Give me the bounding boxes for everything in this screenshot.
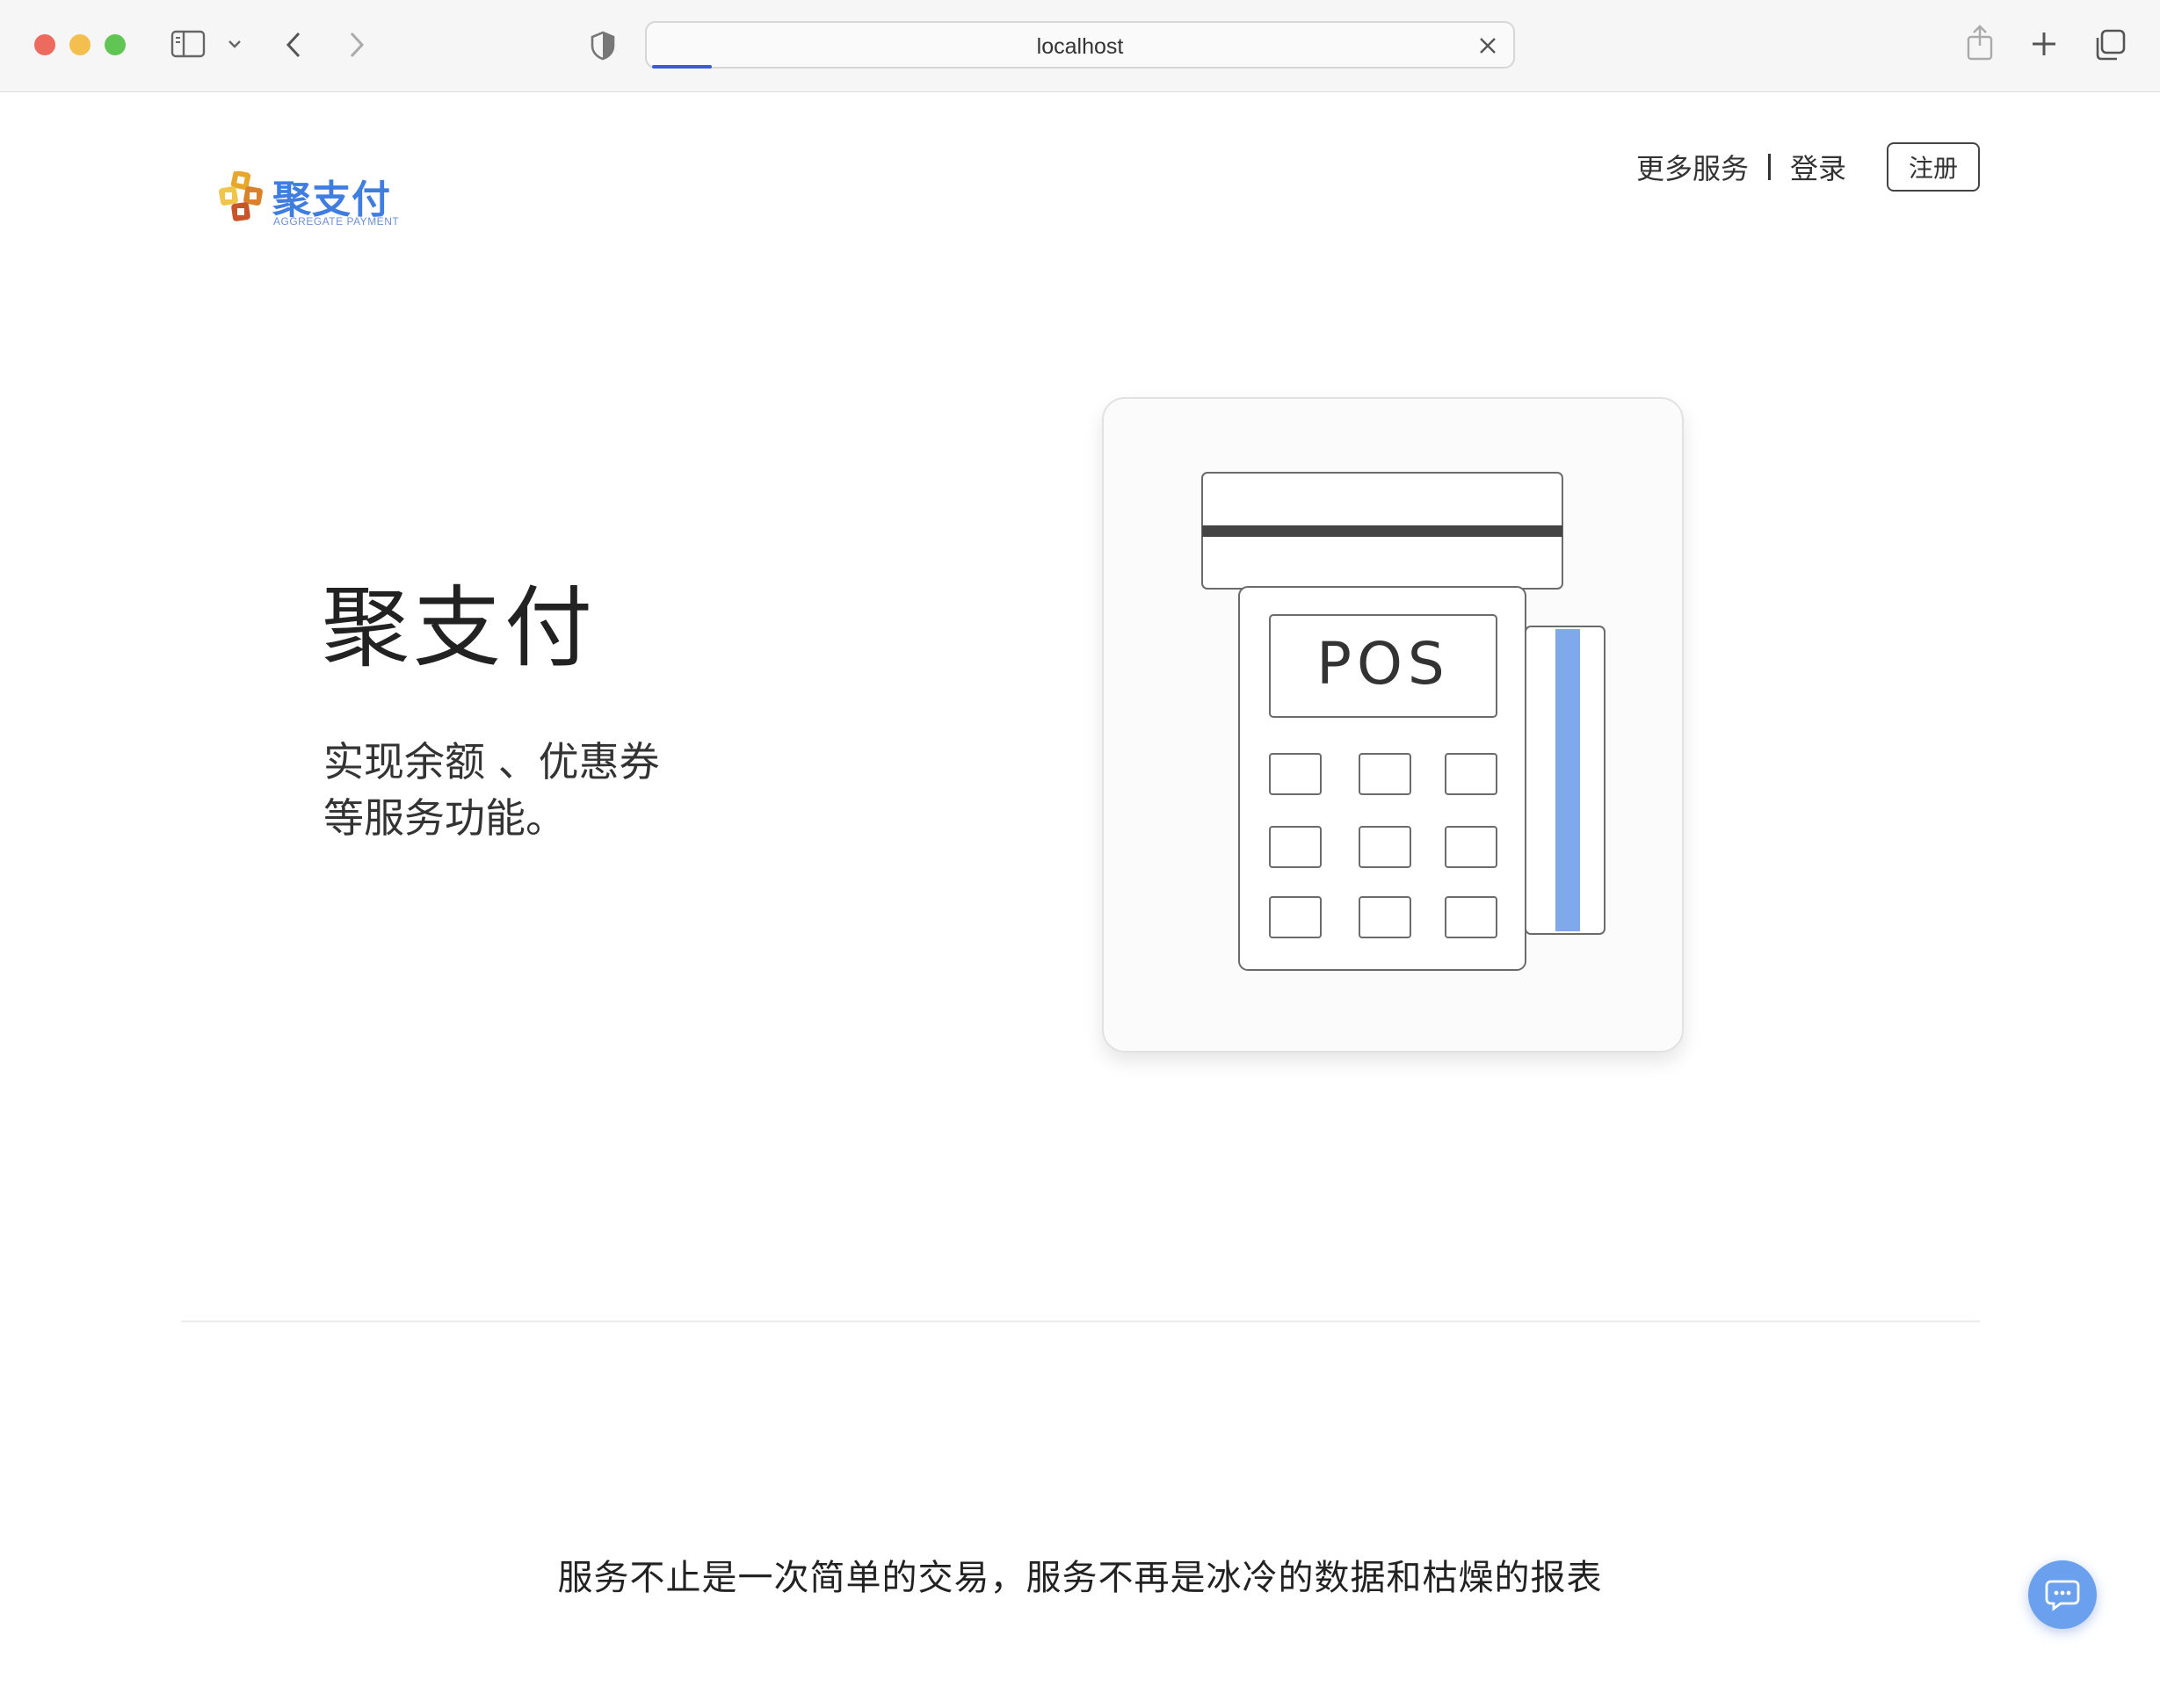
nav-login-link[interactable]: 登录 (1790, 147, 1846, 187)
browser-toolbar: localhost (0, 0, 2160, 92)
logo-text-en: AGGREGATE PAYMENT (273, 215, 400, 228)
address-bar[interactable]: localhost (645, 21, 1515, 69)
close-icon[interactable] (1478, 36, 1497, 55)
tabs-icon[interactable] (2093, 28, 2127, 62)
chat-icon (2045, 1580, 2080, 1611)
card-stripe (1555, 629, 1580, 931)
forward-icon[interactable] (346, 30, 367, 60)
top-nav: 更多服务 登录 注册 (1636, 141, 1980, 193)
window-zoom-button[interactable] (105, 34, 126, 55)
hero-subtitle: 实现余额 、优惠券 等服务功能。 (323, 734, 660, 846)
window-minimize-button[interactable] (69, 34, 91, 55)
nav-divider (1767, 154, 1771, 180)
slogan-text: 服务不止是一次简单的交易，服务不再是冰冷的数据和枯燥的报表 (557, 1558, 1603, 1598)
logo-mark-icon (219, 171, 263, 221)
brand-logo[interactable]: 聚支付 AGGREGATE PAYMENT (218, 166, 399, 231)
page-load-progress (652, 65, 712, 69)
section-divider (181, 1321, 1981, 1322)
pos-illustration-card: POS (1102, 397, 1684, 1053)
hero-subtitle-line-2: 等服务功能。 (323, 794, 566, 842)
sidebar-icon[interactable] (170, 30, 206, 58)
pos-terminal-illustration: POS (1201, 472, 1606, 971)
hero-title: 聚支付 (322, 576, 596, 679)
chat-button[interactable] (2028, 1560, 2097, 1629)
chevron-down-icon[interactable] (227, 39, 243, 49)
shield-icon[interactable] (589, 30, 617, 62)
back-icon[interactable] (283, 30, 304, 60)
register-button[interactable]: 注册 (1887, 142, 1980, 192)
window-close-button[interactable] (34, 34, 55, 55)
pos-keypad (1269, 753, 1497, 938)
url-text: localhost (1036, 34, 1124, 59)
page-content: 聚支付 AGGREGATE PAYMENT 更多服务 登录 注册 聚支付 实现余… (0, 92, 2160, 1708)
pos-screen-text: POS (1316, 630, 1450, 698)
plus-icon[interactable] (2030, 30, 2058, 58)
hero-subtitle-line-1: 实现余额 、优惠券 (323, 738, 660, 785)
share-icon[interactable] (1965, 23, 1995, 62)
nav-more-services-link[interactable]: 更多服务 (1636, 147, 1749, 187)
